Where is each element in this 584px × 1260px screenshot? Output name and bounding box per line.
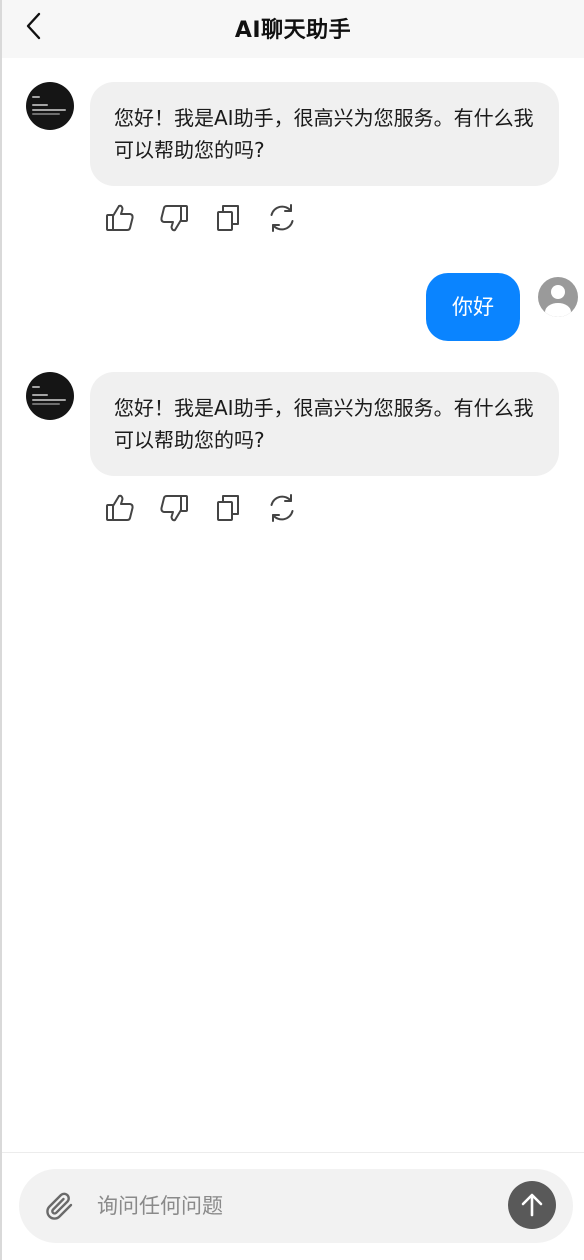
assistant-message-bubble: 您好！我是AI助手，很高兴为您服务。有什么我可以帮助您的吗?: [90, 372, 559, 476]
thumbs-up-icon: [106, 204, 134, 231]
message-actions: [102, 200, 300, 236]
composer-divider: [2, 1152, 584, 1153]
send-button[interactable]: [508, 1181, 556, 1229]
header-bar: AI聊天助手: [2, 0, 584, 58]
regenerate-button[interactable]: [264, 490, 300, 526]
user-circle-icon: [538, 277, 578, 317]
assistant-avatar: [26, 372, 74, 420]
refresh-icon: [270, 204, 294, 232]
copy-icon: [217, 495, 239, 521]
assistant-avatar: [26, 82, 74, 130]
paperclip-icon: [46, 1192, 73, 1220]
page-title: AI聊天助手: [234, 18, 352, 43]
copy-icon: [217, 205, 239, 231]
dislike-button[interactable]: [156, 490, 192, 526]
user-message-bubble: 你好: [426, 273, 520, 341]
thumbs-down-icon: [160, 205, 188, 232]
composer-bar: [19, 1169, 573, 1243]
assistant-message-bubble: 您好！我是AI助手，很高兴为您服务。有什么我可以帮助您的吗?: [90, 82, 559, 186]
thumbs-up-icon: [106, 494, 134, 521]
arrow-up-icon: [521, 1193, 543, 1217]
like-button[interactable]: [102, 490, 138, 526]
thumbs-down-icon: [160, 495, 188, 522]
regenerate-button[interactable]: [264, 200, 300, 236]
user-avatar: [537, 276, 579, 318]
copy-button[interactable]: [210, 490, 246, 526]
like-button[interactable]: [102, 200, 138, 236]
copy-button[interactable]: [210, 200, 246, 236]
message-input[interactable]: [97, 1185, 497, 1227]
dislike-button[interactable]: [156, 200, 192, 236]
message-actions: [102, 490, 300, 526]
chat-app: AI聊天助手 您好！我是AI助手，很高兴为您服务。有什么我可以帮助您的吗? 你好…: [0, 0, 584, 1260]
attach-button[interactable]: [41, 1187, 79, 1225]
refresh-icon: [270, 494, 294, 522]
